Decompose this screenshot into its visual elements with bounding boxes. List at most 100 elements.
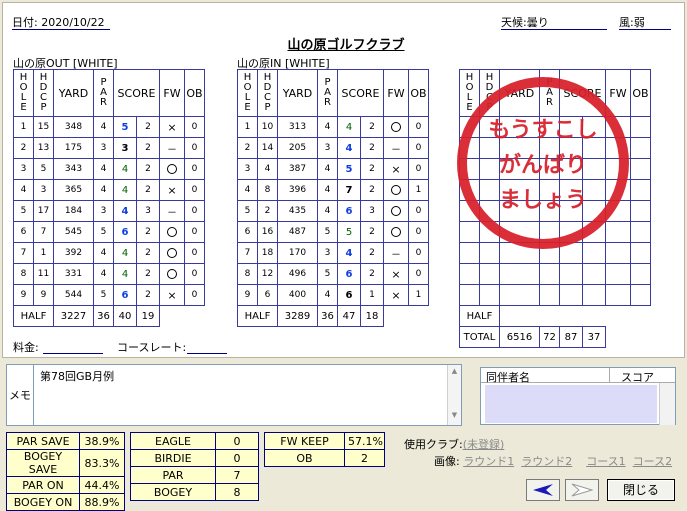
hole-score: 4 xyxy=(113,200,137,222)
hole-row: 1 15 348 4 5 2 × 0 xyxy=(13,116,205,138)
prev-button[interactable] xyxy=(526,479,560,501)
hole-par: 4 xyxy=(93,263,114,285)
hole-putts: 2 xyxy=(360,179,384,201)
hole-hdcp: 1 xyxy=(33,242,54,264)
birdie-value: 0 xyxy=(215,449,259,467)
hole-number: 8 xyxy=(13,263,34,285)
ob-header: OB xyxy=(184,69,205,117)
hole-hdcp: 16 xyxy=(257,221,278,243)
hole-putts: 2 xyxy=(360,137,384,159)
hole-fairway: × xyxy=(159,284,185,306)
rating-underline xyxy=(187,353,227,354)
stats-table-rates: PAR SAVE 38.9% BOGEY SAVE 83.3% PAR ON 44.4… xyxy=(6,432,125,511)
hole-hdcp: 4 xyxy=(257,158,278,180)
empty-cell xyxy=(479,284,500,306)
image-course2-link[interactable]: コース2 xyxy=(633,455,672,468)
companion-name-header[interactable]: 同伴者名 xyxy=(486,369,530,385)
hole-ob: 0 xyxy=(184,284,205,306)
hole-fairway: × xyxy=(383,263,409,285)
hole-ob: 0 xyxy=(184,200,205,222)
hole-ob: 0 xyxy=(184,158,205,180)
hole-fairway xyxy=(383,221,409,243)
hole-score: 6 xyxy=(337,284,361,306)
yard-header: YARD xyxy=(53,69,94,117)
hole-row: 3 4 387 4 5 2 × 0 xyxy=(237,158,429,180)
hdcp-header: HDCP xyxy=(257,69,278,117)
hole-number: 5 xyxy=(13,200,34,222)
hole-fairway xyxy=(383,200,409,222)
hole-ob: 0 xyxy=(408,158,429,180)
hole-number: 9 xyxy=(13,284,34,306)
hole-score: 4 xyxy=(113,263,137,285)
par-on-value: 44.4% xyxy=(79,476,125,494)
hole-yard: 313 xyxy=(277,116,318,138)
hole-score: 6 xyxy=(113,221,137,243)
fairway-hit-icon xyxy=(391,205,401,216)
close-button[interactable]: 閉じる xyxy=(607,479,675,501)
companion-score-header[interactable]: スコア xyxy=(621,369,654,385)
hole-score: 6 xyxy=(337,200,361,222)
hole-number: 9 xyxy=(237,284,258,306)
empty-cell xyxy=(630,221,651,243)
hole-putts: 2 xyxy=(136,158,160,180)
clubs-link[interactable]: (未登録) xyxy=(463,438,505,451)
hole-yard: 487 xyxy=(277,221,318,243)
image-round1-link[interactable]: ラウンド1 xyxy=(463,455,514,468)
companion-list-body[interactable] xyxy=(485,385,657,423)
hole-hdcp: 11 xyxy=(33,263,54,285)
hole-yard: 496 xyxy=(277,263,318,285)
hole-score: 3 xyxy=(113,137,137,159)
hole-fairway: － xyxy=(159,200,185,222)
empty-cell xyxy=(630,200,651,222)
bogey-count-label: BOGEY xyxy=(130,483,216,501)
half-yard: 3227 xyxy=(53,305,94,327)
memo-scrollbar[interactable]: ▲ ▼ xyxy=(447,365,461,425)
empty-cell xyxy=(479,263,500,285)
hole-ob: 0 xyxy=(184,263,205,285)
half-score: 40 xyxy=(113,305,137,327)
yard-header: YARD xyxy=(277,69,318,117)
memo-text[interactable]: 第78回GB月例 xyxy=(40,368,114,384)
hole-putts: 2 xyxy=(136,137,160,159)
weather-label: 天候: xyxy=(501,16,527,29)
hole-fairway: － xyxy=(159,137,185,159)
hole-hdcp: 17 xyxy=(33,200,54,222)
par-on-label: PAR ON xyxy=(6,476,80,494)
hole-putts: 2 xyxy=(136,116,160,138)
hole-par: 3 xyxy=(93,137,114,159)
fairway-na-icon: － xyxy=(167,144,177,156)
image-course1-link[interactable]: コース1 xyxy=(586,455,625,468)
empty-cell xyxy=(459,242,480,264)
hole-par: 4 xyxy=(317,158,338,180)
hole-hdcp: 9 xyxy=(33,284,54,306)
hole-yard: 184 xyxy=(53,200,94,222)
empty-cell xyxy=(605,263,631,285)
empty-cell xyxy=(559,284,583,306)
clubs-row: 使用クラブ:(未登録) xyxy=(404,436,504,452)
hole-fairway xyxy=(159,158,185,180)
hole-number: 4 xyxy=(13,179,34,201)
next-button[interactable] xyxy=(565,479,599,501)
bogey-on-value: 88.9% xyxy=(79,493,125,511)
hole-fairway xyxy=(383,116,409,138)
hole-hdcp: 14 xyxy=(257,137,278,159)
empty-cell xyxy=(539,263,560,285)
hole-fairway xyxy=(159,242,185,264)
hole-header: HOLE xyxy=(237,69,258,117)
hole-putts: 3 xyxy=(136,200,160,222)
half-row: HALF 3289 36 47 18 xyxy=(237,305,429,327)
hole-fairway: － xyxy=(383,242,409,264)
image-round2-link[interactable]: ラウンド2 xyxy=(521,455,572,468)
memo-box: メモ 第78回GB月例 ▲ ▼ xyxy=(6,364,462,426)
total-par: 72 xyxy=(539,326,560,348)
memo-label: メモ xyxy=(7,365,34,425)
date-value: 2020/10/22 xyxy=(41,16,105,29)
hole-par: 5 xyxy=(317,221,338,243)
hole-row: 1 10 313 4 4 2 0 xyxy=(237,116,429,138)
companion-scrollbar[interactable] xyxy=(659,383,675,425)
eagle-value: 0 xyxy=(215,432,259,450)
images-row: 画像: ラウンド1 ラウンド2 コース1 コース2 xyxy=(434,453,672,469)
fairway-miss-icon: × xyxy=(391,288,401,302)
empty-cell xyxy=(582,284,606,306)
hole-yard: 348 xyxy=(53,116,94,138)
